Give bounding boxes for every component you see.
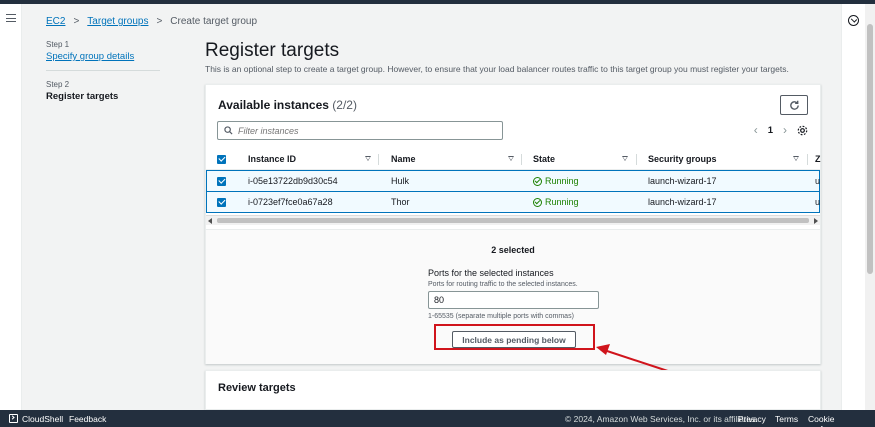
table-row[interactable]: i-0723ef7fce0a67a28 Thor Running launch-… xyxy=(206,191,820,213)
clipped-cell: u xyxy=(815,176,821,186)
scroll-right-icon[interactable] xyxy=(814,218,818,224)
left-nav-rail xyxy=(0,4,22,410)
status-ok-icon xyxy=(533,197,542,207)
table-horizontal-scrollbar[interactable] xyxy=(206,215,820,225)
row-checkbox[interactable] xyxy=(217,197,226,207)
step-1-label: Step 1 xyxy=(46,40,70,49)
step-2-current: Register targets xyxy=(46,91,119,102)
step-1-link[interactable]: Specify group details xyxy=(46,51,160,62)
column-divider xyxy=(378,154,379,165)
wizard-steps: Step 1 Specify group details Step 2 Regi… xyxy=(46,40,160,102)
selection-panel: 2 selected Ports for the selected instan… xyxy=(206,229,820,364)
ports-hint: 1-65535 (separate multiple ports with co… xyxy=(428,313,574,320)
sort-icon[interactable] xyxy=(365,156,371,161)
chevron-right-icon: > xyxy=(73,16,80,27)
filter-instances-input[interactable] xyxy=(238,124,496,138)
instance-id: i-05e13722db9d30c54 xyxy=(248,176,338,186)
top-bar xyxy=(0,0,875,4)
page-number[interactable]: 1 xyxy=(768,125,773,136)
breadcrumb-ec2[interactable]: EC2 xyxy=(46,16,65,27)
col-header-name[interactable]: Name xyxy=(391,149,416,169)
page-description: This is an optional step to create a tar… xyxy=(205,64,789,74)
sort-icon[interactable] xyxy=(622,156,628,161)
refresh-icon xyxy=(790,100,799,110)
instance-state: Running xyxy=(533,171,579,191)
breadcrumb-current: Create target group xyxy=(170,16,258,27)
instance-name: Thor xyxy=(391,197,410,207)
page-scrollbar-thumb[interactable] xyxy=(867,24,873,274)
page-scrollbar[interactable] xyxy=(865,4,875,410)
feedback-link[interactable]: Feedback xyxy=(69,414,106,424)
col-header-instance-id[interactable]: Instance ID xyxy=(248,149,296,169)
status-ok-icon xyxy=(533,176,542,186)
search-icon xyxy=(224,126,233,135)
review-targets-panel: Review targets xyxy=(205,370,821,410)
instance-id: i-0723ef7fce0a67a28 xyxy=(248,197,333,207)
chevron-right-icon: > xyxy=(156,16,163,27)
step-divider xyxy=(46,70,160,71)
step-2-label: Step 2 xyxy=(46,80,70,89)
select-all-checkbox[interactable] xyxy=(217,154,226,164)
table-row[interactable]: i-05e13722db9d30c54 Hulk Running launch-… xyxy=(206,170,820,192)
pagination: ‹ 1 › xyxy=(754,123,808,137)
column-divider xyxy=(636,154,637,165)
page-title: Register targets xyxy=(205,40,340,61)
chevron-left-icon[interactable]: ‹ xyxy=(754,123,758,137)
hamburger-menu-icon[interactable] xyxy=(6,14,16,22)
breadcrumb-target-groups[interactable]: Target groups xyxy=(87,16,148,27)
available-instances-panel: Available instances (2/2) ‹ 1 › Instance… xyxy=(205,84,821,364)
column-divider xyxy=(807,154,808,165)
security-groups: launch-wizard-17 xyxy=(648,176,717,186)
privacy-link[interactable]: Privacy xyxy=(738,414,766,424)
chevron-right-icon[interactable]: › xyxy=(783,123,787,137)
selected-count: 2 selected xyxy=(491,245,535,255)
terms-link[interactable]: Terms xyxy=(775,414,798,424)
clipped-cell: u xyxy=(815,197,821,207)
ports-sublabel: Ports for routing traffic to the selecte… xyxy=(428,281,578,288)
col-header-state[interactable]: State xyxy=(533,149,555,169)
gear-icon[interactable] xyxy=(797,125,808,136)
ports-label: Ports for the selected instances xyxy=(428,268,554,278)
col-header-clipped: Z xyxy=(815,154,821,164)
state-text: Running xyxy=(545,197,579,207)
row-checkbox[interactable] xyxy=(217,176,226,186)
refresh-button[interactable] xyxy=(780,95,808,115)
info-panel-icon[interactable] xyxy=(848,15,859,26)
instance-name: Hulk xyxy=(391,176,410,186)
panel-count: (2/2) xyxy=(332,98,357,112)
state-text: Running xyxy=(545,176,579,186)
sort-icon[interactable] xyxy=(508,156,514,161)
review-targets-title: Review targets xyxy=(218,382,296,394)
copyright-text: © 2024, Amazon Web Services, Inc. or its… xyxy=(565,414,758,424)
instance-state: Running xyxy=(533,192,579,212)
instances-table: Instance ID Name State Security groups Z… xyxy=(206,149,821,213)
scrollbar-thumb[interactable] xyxy=(217,218,809,223)
column-divider xyxy=(521,154,522,165)
panel-title: Available instances (2/2) xyxy=(218,98,357,112)
filter-box xyxy=(217,121,503,140)
cloudshell-link[interactable]: CloudShell xyxy=(22,414,63,424)
scroll-left-icon[interactable] xyxy=(208,218,212,224)
security-groups: launch-wizard-17 xyxy=(648,197,717,207)
cloudshell-icon[interactable] xyxy=(9,414,18,423)
sort-icon[interactable] xyxy=(793,156,799,161)
include-as-pending-button[interactable]: Include as pending below xyxy=(452,331,576,348)
ports-input[interactable] xyxy=(428,291,599,309)
table-header-row: Instance ID Name State Security groups Z xyxy=(206,149,821,170)
cookie-preferences-link[interactable]: Cookie preferences xyxy=(808,414,875,427)
panel-title-text: Available instances xyxy=(218,98,329,112)
col-header-security-groups[interactable]: Security groups xyxy=(648,149,717,169)
breadcrumb: EC2 > Target groups > Create target grou… xyxy=(46,16,257,27)
footer-bar: CloudShell Feedback © 2024, Amazon Web S… xyxy=(0,410,875,427)
